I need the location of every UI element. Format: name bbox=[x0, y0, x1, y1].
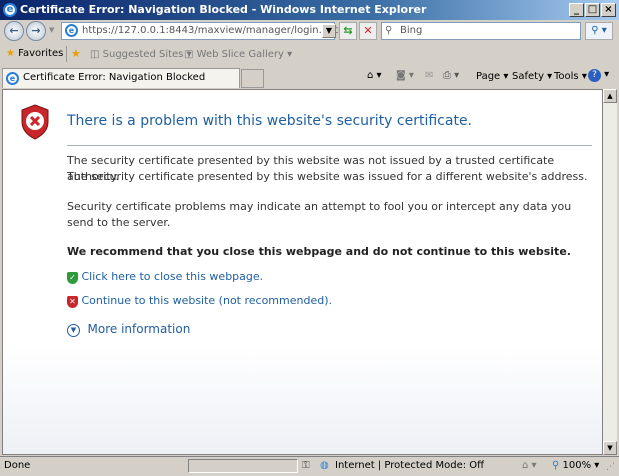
scroll-down-button[interactable]: ▼ bbox=[603, 441, 617, 455]
close-webpage-link[interactable]: Click here to close this webpage. bbox=[82, 270, 264, 283]
address-url: https://127.0.0.1:8443/maxview/manager/l… bbox=[82, 25, 351, 36]
zoom-icon: ⚲ bbox=[552, 460, 560, 471]
more-information-link[interactable]: More information bbox=[88, 322, 191, 336]
refresh-button[interactable]: ⇆ bbox=[339, 22, 357, 40]
help-button[interactable]: ? ▾ bbox=[588, 69, 609, 82]
expand-chevron-icon: ▼ bbox=[67, 323, 80, 337]
minimize-button[interactable]: _ bbox=[569, 3, 584, 17]
green-shield-icon: ✓ bbox=[67, 272, 78, 284]
address-dropdown[interactable]: ▼ bbox=[322, 24, 336, 38]
safety-label: Safety bbox=[512, 71, 544, 82]
cert-warning-text: Security certificate problems may indica… bbox=[67, 200, 572, 229]
maximize-button[interactable]: □ bbox=[585, 3, 600, 17]
web-slice-gallery-link[interactable]: ◫ Web Slice Gallery ▾ bbox=[184, 49, 292, 60]
search-input[interactable]: ⚲ Bing bbox=[381, 22, 581, 40]
stop-button[interactable]: ✕ bbox=[359, 22, 377, 40]
page-label: Page bbox=[476, 71, 501, 82]
protected-mode-button[interactable]: ⌂ ▾ bbox=[522, 457, 537, 474]
window-title: Certificate Error: Navigation Blocked - … bbox=[20, 3, 427, 16]
tools-menu[interactable]: Tools ▾ bbox=[554, 71, 587, 82]
ie-logo-icon: e bbox=[3, 3, 17, 17]
cert-mismatch-text: The security certificate presented by th… bbox=[67, 170, 588, 183]
add-favorites-icon[interactable]: ★ bbox=[71, 47, 81, 60]
divider bbox=[67, 145, 592, 146]
page-content: There is a problem with this website's s… bbox=[2, 89, 603, 455]
mail-button[interactable]: ✉ bbox=[425, 70, 433, 81]
search-magnifier-icon: ⚲ bbox=[385, 25, 393, 36]
new-tab-button[interactable] bbox=[241, 69, 264, 88]
divider bbox=[66, 46, 67, 62]
more-information-toggle[interactable]: ▼ More information bbox=[67, 322, 190, 337]
search-placeholder: Bing bbox=[400, 25, 423, 36]
web-slice-gallery-label: Web Slice Gallery bbox=[196, 49, 284, 60]
resize-grip[interactable]: ⋰ bbox=[606, 459, 615, 476]
tab-active[interactable]: e Certificate Error: Navigation Blocked bbox=[2, 68, 240, 88]
close-page-link-row: ✓ Click here to close this webpage. bbox=[67, 270, 263, 284]
continue-to-website-link[interactable]: Continue to this website (not recommende… bbox=[82, 294, 333, 307]
popup-blocker-icon: ⚿ bbox=[302, 460, 310, 471]
zone-text: Internet | Protected Mode: Off bbox=[335, 460, 485, 471]
close-window-button[interactable]: × bbox=[601, 3, 616, 17]
zoom-button[interactable]: ⚲ 100% ▾ bbox=[552, 457, 599, 474]
recommendation-text: We recommend that you close this webpage… bbox=[67, 245, 571, 258]
forward-button[interactable]: → bbox=[26, 21, 46, 41]
vertical-scrollbar[interactable]: ▲ ▼ bbox=[603, 89, 617, 455]
ie-tab-icon: e bbox=[6, 72, 19, 85]
favorites-label: Favorites bbox=[18, 48, 64, 59]
suggested-sites-link[interactable]: ◫ Suggested Sites ▾ bbox=[90, 49, 192, 60]
scroll-up-button[interactable]: ▲ bbox=[603, 89, 617, 103]
page-icon: e bbox=[65, 24, 78, 37]
address-bar[interactable]: e https://127.0.0.1:8443/maxview/manager… bbox=[61, 22, 350, 40]
continue-link-row: ✕ Continue to this website (not recommen… bbox=[67, 294, 332, 308]
star-icon: ★ bbox=[6, 48, 15, 59]
internet-globe-icon: ◍ bbox=[320, 460, 329, 471]
status-progress-panes bbox=[188, 459, 298, 473]
status-bar: Done ⚿ ◍ Internet | Protected Mode: Off … bbox=[0, 456, 619, 474]
zoom-level: 100% bbox=[562, 460, 592, 471]
favorites-button[interactable]: ★ Favorites bbox=[6, 48, 63, 59]
page-menu[interactable]: Page ▾ bbox=[476, 71, 508, 82]
page-title: There is a problem with this website's s… bbox=[67, 113, 473, 129]
red-shield-icon: ✕ bbox=[67, 296, 78, 308]
safety-menu[interactable]: Safety ▾ bbox=[512, 71, 552, 82]
suggested-sites-label: Suggested Sites bbox=[102, 49, 184, 60]
tools-label: Tools bbox=[554, 71, 579, 82]
feeds-button[interactable]: ◙ ▾ bbox=[396, 70, 414, 81]
print-button[interactable]: ⎙ ▾ bbox=[443, 70, 459, 81]
help-icon: ? bbox=[588, 69, 601, 82]
tab-label: Certificate Error: Navigation Blocked bbox=[23, 72, 206, 83]
home-button[interactable]: ⌂ ▾ bbox=[367, 70, 382, 81]
recent-pages-dropdown[interactable]: ▼ bbox=[49, 26, 54, 34]
title-bar: e Certificate Error: Navigation Blocked … bbox=[0, 0, 619, 20]
status-text: Done bbox=[4, 460, 31, 471]
shield-error-icon bbox=[21, 104, 49, 140]
search-button[interactable]: ⚲ ▾ bbox=[585, 22, 613, 40]
back-button[interactable]: ← bbox=[4, 21, 24, 41]
